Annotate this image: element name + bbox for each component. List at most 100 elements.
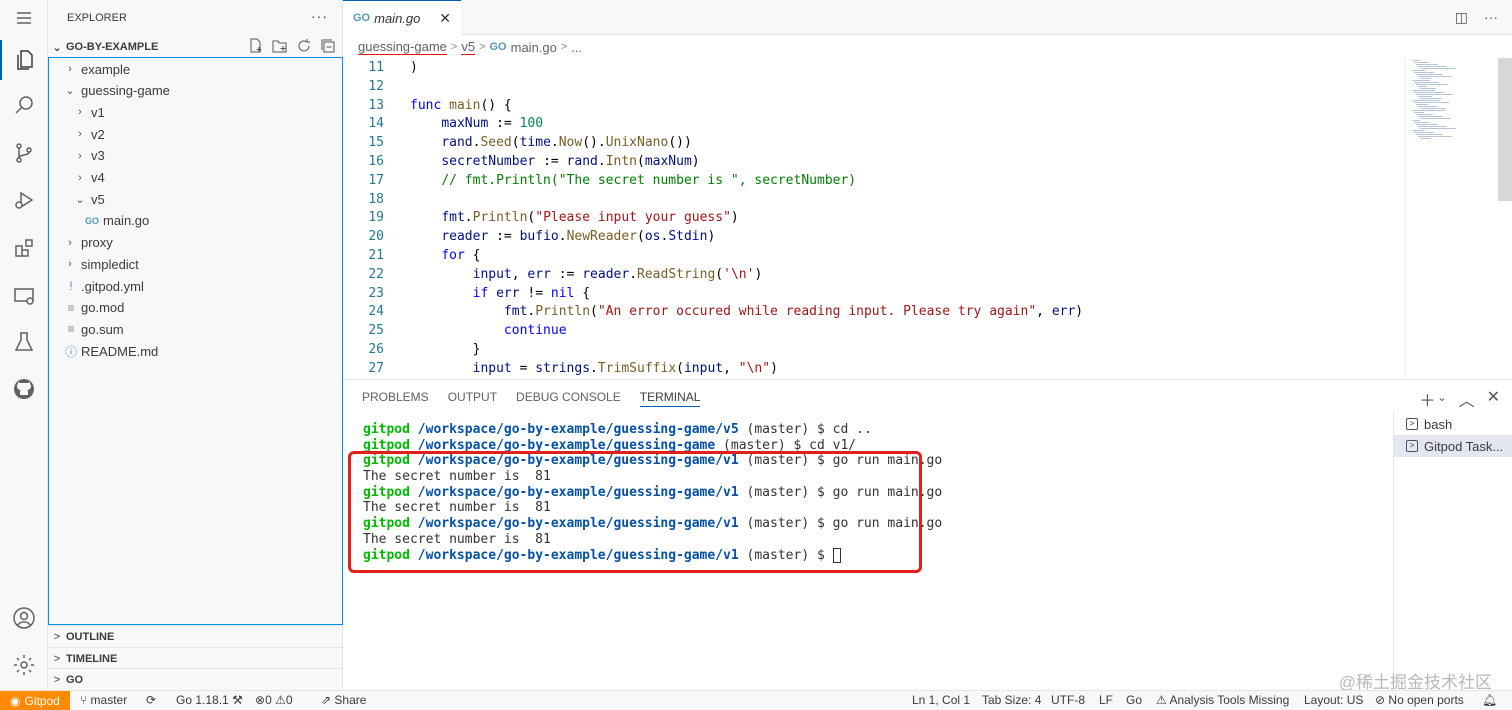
breadcrumb-item[interactable]: main.go (511, 40, 557, 55)
source-control-icon[interactable] (0, 133, 48, 173)
chevron-right-icon: › (78, 106, 82, 119)
new-file-icon[interactable] (248, 38, 264, 54)
minimap-line (1412, 90, 1435, 91)
collapse-all-icon[interactable] (320, 38, 336, 54)
tab-main-go[interactable]: GO main.go ✕ (343, 0, 461, 35)
extensions-icon[interactable] (0, 228, 48, 268)
tree-item[interactable]: ≡ go.mod (49, 297, 342, 319)
more-actions-icon[interactable]: ··· (311, 8, 328, 24)
tree-item[interactable]: › v2 (49, 123, 342, 145)
remote-indicator[interactable]: ◉ Gitpod (0, 691, 70, 710)
tree-item[interactable]: ≡ go.sum (49, 318, 342, 340)
tab-size[interactable]: Tab Size: 4 (982, 693, 1041, 707)
tree-item[interactable]: › example (49, 58, 342, 80)
settings-gear-icon[interactable] (0, 645, 48, 685)
branch-status[interactable]: ⑂ master (80, 693, 127, 707)
close-icon[interactable]: ✕ (1487, 387, 1500, 411)
terminal-list: > bash > Gitpod Task... (1393, 413, 1512, 690)
activity-bar (0, 0, 48, 690)
minimap[interactable] (1405, 58, 1497, 379)
encoding[interactable]: UTF-8 (1051, 693, 1085, 707)
tab-problems[interactable]: PROBLEMS (362, 390, 429, 407)
outline-section[interactable]: > OUTLINE (48, 625, 342, 647)
tree-item[interactable]: › proxy (49, 232, 342, 254)
code-text: ) (410, 60, 418, 75)
chevron-down-icon[interactable]: ⌄ (1437, 387, 1446, 411)
terminal-item-label: Gitpod Task... (1424, 438, 1504, 454)
cursor-position[interactable]: Ln 1, Col 1 (912, 693, 970, 707)
analysis-status[interactable]: ⚠ Analysis Tools Missing (1156, 693, 1289, 707)
tree-item[interactable]: ⌄ v5 (49, 188, 342, 210)
breadcrumb-item[interactable]: guessing-game (358, 39, 447, 55)
terminal-item-gitpod-task[interactable]: > Gitpod Task... (1394, 435, 1512, 457)
chevron-right-icon: › (68, 236, 72, 249)
notifications-bell-icon[interactable]: 🔔︎ (1482, 693, 1497, 707)
tree-item[interactable]: › v1 (49, 101, 342, 123)
code-text: input, err := reader.ReadString('\n') (472, 266, 763, 282)
tree-item[interactable]: ⌄ guessing-game (49, 80, 342, 102)
share-status[interactable]: ⇗ Share (321, 693, 366, 707)
keyboard-layout[interactable]: Layout: US (1304, 693, 1363, 707)
minimap-line (1418, 86, 1427, 87)
maximize-panel-icon[interactable]: ︿ (1459, 387, 1475, 411)
tree-item[interactable]: › simpledict (49, 253, 342, 275)
minimap-line (1420, 68, 1456, 69)
account-icon[interactable] (0, 598, 48, 638)
line-number: 27 (368, 360, 384, 376)
code-text: fmt.Println("An error occured while read… (503, 304, 1084, 320)
tree-item[interactable]: ⓘ README.md (49, 340, 342, 362)
run-debug-icon[interactable] (0, 180, 48, 220)
new-terminal-icon[interactable]: ＋ (1419, 387, 1435, 411)
tab-terminal[interactable]: TERMINAL (639, 390, 701, 407)
workspace-section-header[interactable]: ⌄ GO-BY-EXAMPLE (48, 36, 342, 58)
end-of-line[interactable]: LF (1099, 693, 1113, 707)
go-section[interactable]: > GO (48, 668, 342, 690)
tab-output[interactable]: OUTPUT (448, 390, 497, 407)
code-text: // fmt.Println("The secret number is ", … (441, 172, 857, 188)
editor-scrollbar[interactable] (1498, 58, 1512, 201)
refresh-icon[interactable] (296, 38, 312, 54)
minimap-line (1412, 80, 1430, 81)
code-text: rand.Seed(time.Now().UnixNano()) (441, 135, 692, 151)
new-folder-icon[interactable] (272, 38, 288, 54)
breadcrumb-item[interactable]: ... (571, 40, 582, 55)
chevron-right-icon: › (78, 171, 82, 184)
analysis-label: Analysis Tools Missing (1169, 693, 1290, 707)
timeline-section[interactable]: > TIMELINE (48, 647, 342, 669)
breadcrumb-item[interactable]: v5 (461, 39, 476, 55)
code-text: input = strings.TrimSuffix(input, "\n") (472, 360, 778, 376)
language-mode[interactable]: Go (1126, 693, 1142, 707)
minimap-line (1418, 76, 1452, 77)
remote-explorer-icon[interactable] (0, 276, 48, 316)
close-icon[interactable]: ✕ (439, 10, 451, 27)
tree-item[interactable]: › v3 (49, 145, 342, 167)
minimap-line (1416, 124, 1438, 125)
line-number: 13 (368, 97, 384, 113)
menu-icon[interactable] (0, 0, 48, 36)
prompt-path: /workspace/go-by-example/guessing-game/v… (417, 422, 739, 437)
explorer-icon[interactable] (0, 40, 48, 80)
tree-item-label: guessing-game (81, 83, 170, 99)
tab-debug-console[interactable]: DEBUG CONSOLE (516, 390, 621, 407)
code-text: func main() { (410, 97, 512, 113)
go-label: GO (66, 673, 84, 686)
line-number: 19 (368, 210, 384, 226)
tree-item[interactable]: › v4 (49, 167, 342, 189)
problems-status[interactable]: ⊗0 ⚠0 (255, 693, 293, 707)
line-number: 22 (368, 266, 384, 282)
testing-icon[interactable] (0, 322, 48, 362)
minimap-line (1416, 104, 1428, 105)
more-actions-icon[interactable]: ··· (1484, 9, 1498, 26)
sync-icon[interactable]: ⟳ (146, 693, 156, 707)
split-editor-icon[interactable]: ◫ (1455, 9, 1468, 26)
ports-status[interactable]: ⊘ No open ports (1375, 693, 1464, 707)
tree-item[interactable]: GO main.go (49, 210, 342, 232)
code-editor[interactable]: 11) 12 13 func main() {14 maxNum := 100 15 r… (343, 58, 1405, 379)
tree-item[interactable]: ! .gitpod.yml (49, 275, 342, 297)
terminal-item-bash[interactable]: > bash (1394, 413, 1512, 435)
code-line: 19 fmt.Println("Please input your guess"… (343, 208, 738, 227)
line-number: 16 (368, 154, 384, 169)
github-icon[interactable] (0, 369, 48, 409)
search-icon[interactable] (0, 85, 48, 125)
go-version-status[interactable]: Go 1.18.1 ⚒ (176, 693, 243, 707)
